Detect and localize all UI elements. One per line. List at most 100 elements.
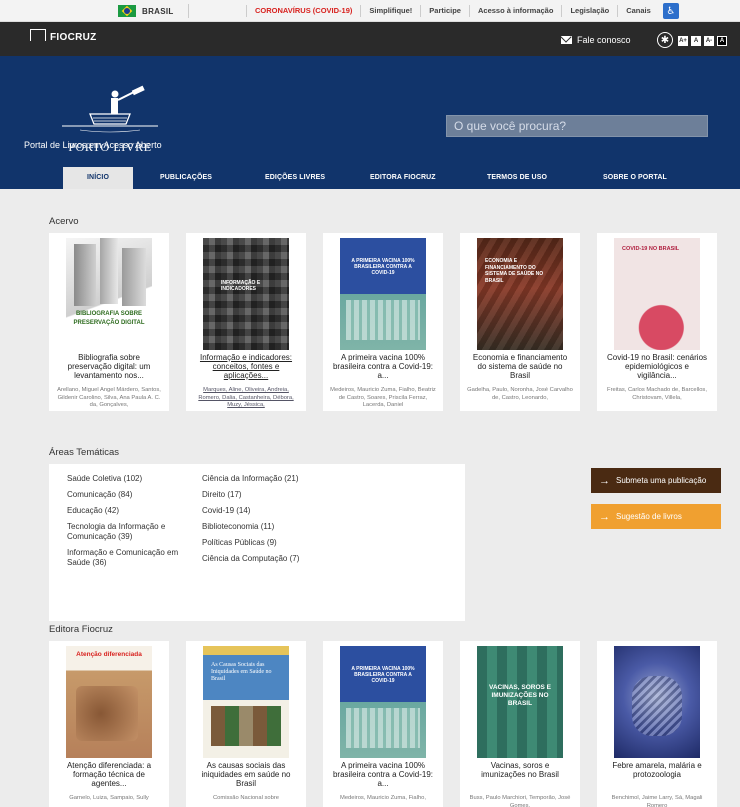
suggest-label: Sugestão de livros (616, 512, 682, 521)
theme-link[interactable]: Informação e Comunicação em Saúde (36) (67, 548, 197, 568)
contact-link[interactable]: Fale conosco (561, 35, 631, 45)
book-cover: INFORMAÇÃO E INDICADORES (203, 238, 289, 350)
book-card[interactable]: A PRIMEIRA VACINA 100% BRASILEIRA CONTRA… (323, 641, 443, 807)
book-card[interactable]: COVID-19 NO BRASIL Covid-19 no Brasil: c… (597, 233, 717, 411)
suggest-books-button[interactable]: → Sugestão de livros (591, 504, 721, 529)
book-title[interactable]: Covid-19 no Brasil: cenários epidemiológ… (605, 353, 709, 380)
main-content: Acervo BIBLIOGRAFIA SOBRE PRESERVAÇÃO DI… (0, 189, 740, 807)
cover-title: A PRIMEIRA VACINA 100% BRASILEIRA CONTRA… (351, 258, 415, 276)
accessibility-icon[interactable]: ✱ (657, 32, 673, 48)
book-card[interactable]: Febre amarela, malária e protozoologia B… (597, 641, 717, 807)
cover-title: As Causas Sociais das Iniquidades em Saú… (211, 662, 272, 682)
book-card[interactable]: BIBLIOGRAFIA SOBRE PRESERVAÇÃO DIGITAL B… (49, 233, 169, 411)
cover-title: Atenção diferenciada (76, 651, 142, 658)
theme-link[interactable]: Educação (42) (67, 506, 197, 516)
book-authors: Comissão Nacional sobre (212, 795, 280, 801)
book-authors: Freitas, Carlos Machado de, Barcellos, C… (607, 387, 707, 401)
book-authors: Arellano, Miguel Angel Márdero, Santos, … (57, 387, 161, 408)
gov-link-legislacao[interactable]: Legislação (561, 5, 617, 17)
theme-link[interactable]: Saúde Coletiva (102) (67, 474, 197, 484)
site-tagline: Portal de Livros em Acesso Aberto (24, 140, 162, 150)
themes-panel: Saúde Coletiva (102) Comunicação (84) Ed… (49, 464, 465, 621)
book-card[interactable]: As Causas Sociais das Iniquidades em Saú… (186, 641, 306, 807)
theme-link[interactable]: Covid-19 (14) (202, 506, 352, 516)
book-title[interactable]: Bibliografia sobre preservação digital: … (57, 353, 161, 380)
book-title[interactable]: A primeira vacina 100% brasileira contra… (331, 761, 435, 788)
editora-title: Editora Fiocruz (49, 624, 113, 635)
book-cover: A PRIMEIRA VACINA 100% BRASILEIRA CONTRA… (340, 646, 426, 758)
cover-title: BIBLIOGRAFIA SOBRE PRESERVAÇÃO DIGITAL (73, 311, 145, 326)
book-authors: Buss, Paulo Marchiori, Temporão, José Go… (469, 795, 571, 807)
book-authors: Garnelo, Luiza, Sampaio, Sully (69, 795, 149, 801)
book-title[interactable]: A primeira vacina 100% brasileira contra… (331, 353, 435, 380)
book-card[interactable]: Atenção diferenciada Atenção diferenciad… (49, 641, 169, 807)
book-card[interactable]: ECONOMIA E FINANCIAMENTO DO SISTEMA DE S… (460, 233, 580, 411)
theme-link[interactable]: Políticas Públicas (9) (202, 538, 352, 548)
gov-link-acesso[interactable]: Acesso à informação (468, 5, 561, 17)
themes-col-2: Ciência da Informação (21) Direito (17) … (202, 474, 352, 570)
book-authors: Gadelha, Paulo, Noronha, José Carvalho d… (467, 387, 573, 401)
book-cover: ECONOMIA E FINANCIAMENTO DO SISTEMA DE S… (477, 238, 563, 350)
cover-title: INFORMAÇÃO E INDICADORES (221, 280, 261, 292)
accessibility-vlibras-icon[interactable]: ♿ (662, 3, 679, 19)
theme-link[interactable]: Ciência da Informação (21) (202, 474, 352, 484)
cover-title: VACINAS, SOROS E IMUNIZAÇÕES NO BRASIL (488, 684, 551, 707)
theme-link[interactable]: Biblioteconomia (11) (202, 522, 352, 532)
book-cover: Atenção diferenciada (66, 646, 152, 758)
areas-title: Áreas Temáticas (49, 447, 120, 458)
tab-inicio[interactable]: INÍCIO (63, 167, 133, 189)
contrast-button[interactable]: A (717, 36, 727, 46)
gov-links: CORONAVÍRUS (COVID-19) Simplifique! Part… (246, 0, 679, 22)
book-cover: As Causas Sociais das Iniquidades em Saú… (203, 646, 289, 758)
font-increase-button[interactable]: A+ (678, 36, 688, 46)
boat-reader-icon (62, 85, 158, 133)
tab-termos-de-uso[interactable]: TERMOS DE USO (487, 167, 547, 189)
book-authors: Medeiros, Mauricio Zuma, Fialho, (339, 795, 427, 801)
gov-link-simplifique[interactable]: Simplifique! (360, 5, 420, 17)
gov-link-participe[interactable]: Participe (420, 5, 469, 17)
arrow-right-icon: → (599, 474, 610, 487)
book-cover (614, 646, 700, 758)
tab-publicacoes[interactable]: PUBLICAÇÕES (160, 167, 212, 189)
book-authors: Medeiros, Mauricio Zuma, Fialho, Beatriz… (330, 387, 436, 408)
font-size-controls: A+ A A- A (678, 36, 727, 46)
gov-bar: BRASIL CORONAVÍRUS (COVID-19) Simplifiqu… (0, 0, 740, 22)
acervo-title: Acervo (49, 216, 79, 227)
tab-editora-fiocruz[interactable]: EDITORA FIOCRUZ (370, 167, 436, 189)
book-title[interactable]: Atenção diferenciada: a formação técnica… (57, 761, 161, 788)
theme-link[interactable]: Direito (17) (202, 490, 352, 500)
book-card[interactable]: VACINAS, SOROS E IMUNIZAÇÕES NO BRASIL V… (460, 641, 580, 807)
castle-icon (30, 29, 46, 41)
font-decrease-button[interactable]: A- (704, 36, 714, 46)
book-title[interactable]: As causas sociais das iniquidades em saú… (194, 761, 298, 788)
fiocruz-logo[interactable]: FIOCRUZ (30, 29, 97, 43)
theme-link[interactable]: Tecnologia da Informação e Comunicação (… (67, 522, 197, 542)
font-normal-button[interactable]: A (691, 36, 701, 46)
brasil-label: BRASIL (142, 6, 174, 16)
theme-link[interactable]: Ciência da Computação (7) (202, 554, 352, 564)
book-authors: Benchimol, Jaime Larry, Sá, Magali Romer… (611, 795, 703, 807)
tab-sobre-o-portal[interactable]: SOBRE O PORTAL (603, 167, 667, 189)
theme-link[interactable]: Comunicação (84) (67, 490, 197, 500)
search-input[interactable]: O que você procura? (446, 115, 708, 137)
submit-label: Submeta uma publicação (616, 476, 707, 485)
cover-title: ECONOMIA E FINANCIAMENTO DO SISTEMA DE S… (485, 258, 544, 284)
main-nav: INÍCIO PUBLICAÇÕES EDIÇÕES LIVRES EDITOR… (0, 167, 740, 189)
book-card[interactable]: INFORMAÇÃO E INDICADORES Informação e in… (186, 233, 306, 411)
book-title[interactable]: Febre amarela, malária e protozoologia (605, 761, 709, 779)
tab-edicoes-livres[interactable]: EDIÇÕES LIVRES (265, 167, 325, 189)
fiocruz-bar: FIOCRUZ Fale conosco ✱ A+ A A- A (0, 22, 740, 56)
brasil-link[interactable]: BRASIL (118, 4, 189, 18)
book-title[interactable]: Economia e financiamento do sistema de s… (468, 353, 572, 380)
contact-label: Fale conosco (577, 35, 631, 45)
submit-publication-button[interactable]: → Submeta uma publicação (591, 468, 721, 493)
envelope-icon (561, 36, 572, 44)
cover-title: COVID-19 NO BRASIL (622, 246, 680, 252)
book-authors: Marques, Aline, Oliveira, Andreia, Romer… (198, 387, 294, 408)
book-title[interactable]: Informação e indicadores: conceitos, fon… (194, 353, 298, 380)
gov-link-covid[interactable]: CORONAVÍRUS (COVID-19) (246, 5, 360, 17)
book-card[interactable]: A PRIMEIRA VACINA 100% BRASILEIRA CONTRA… (323, 233, 443, 411)
book-title[interactable]: Vacinas, soros e imunizações no Brasil (468, 761, 572, 779)
themes-col-1: Saúde Coletiva (102) Comunicação (84) Ed… (67, 474, 197, 574)
gov-link-canais[interactable]: Canais (617, 5, 659, 17)
